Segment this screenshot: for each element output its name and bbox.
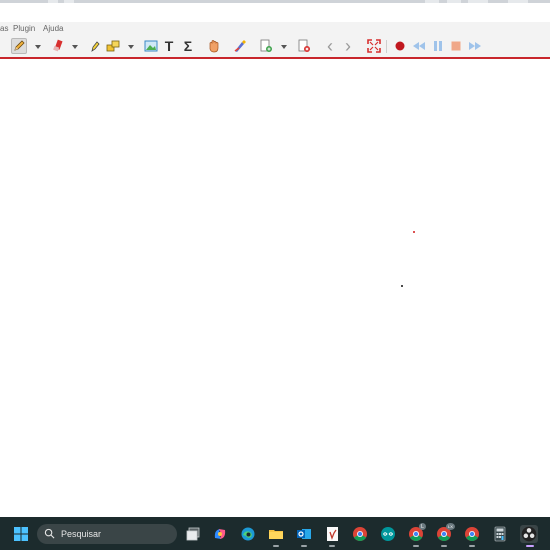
hand-button[interactable]	[206, 38, 222, 54]
calculator-button[interactable]	[492, 526, 508, 542]
active-indicator	[526, 545, 534, 547]
rewind-icon	[413, 42, 425, 50]
rewind-button[interactable]	[411, 38, 427, 54]
profile-badge: LX	[446, 523, 455, 530]
word-icon	[327, 527, 338, 541]
eraser-button[interactable]	[50, 38, 66, 54]
word-button[interactable]	[324, 526, 340, 542]
running-indicator	[273, 545, 279, 547]
tab-indicator	[425, 0, 439, 3]
tab-indicator	[508, 0, 528, 3]
magic-pen-button[interactable]	[232, 38, 248, 54]
fullscreen-icon	[367, 39, 381, 53]
pause-button[interactable]	[430, 38, 446, 54]
canvas-dot-red	[413, 231, 415, 233]
prev-page-button[interactable]: ‹	[322, 35, 338, 56]
record-icon	[395, 41, 405, 51]
search-icon	[44, 528, 55, 539]
text-icon: T	[164, 38, 174, 54]
tab-indicator	[447, 0, 461, 3]
chevron-right-icon: ›	[345, 35, 351, 56]
obs-button[interactable]	[520, 525, 538, 543]
copilot-icon	[214, 529, 226, 539]
menu-item-plugin[interactable]: Plugin	[13, 24, 35, 33]
file-explorer-button[interactable]	[268, 526, 284, 542]
running-indicator	[413, 545, 419, 547]
shapes-button[interactable]	[105, 38, 121, 54]
fullscreen-button[interactable]	[366, 38, 382, 54]
stop-button[interactable]	[448, 38, 464, 54]
profile-badge: L	[419, 523, 426, 530]
hand-icon	[209, 40, 219, 53]
chevron-down-icon[interactable]	[72, 45, 78, 49]
sigma-icon: Σ	[183, 38, 193, 54]
eraser-icon	[53, 39, 63, 52]
outlook-icon	[297, 529, 311, 539]
outlook-button[interactable]	[296, 526, 312, 542]
chrome-profile-3-icon	[465, 527, 479, 541]
search-placeholder: Pesquisar	[61, 529, 102, 539]
arduino-button[interactable]	[380, 526, 396, 542]
calculator-icon	[494, 526, 506, 542]
drawing-canvas[interactable]	[0, 59, 550, 516]
task-view-button[interactable]	[185, 526, 201, 542]
chrome-profile-3-button[interactable]	[464, 526, 480, 542]
taskbar-search-box[interactable]: Pesquisar	[37, 524, 177, 544]
text-button[interactable]: T	[161, 38, 177, 54]
chevron-down-icon[interactable]	[35, 45, 41, 49]
tab-indicator	[64, 0, 74, 3]
taskbar: Pesquisar L LX	[0, 517, 550, 550]
toolbar: T Σ ‹ ›	[0, 35, 550, 58]
highlighter-icon	[91, 41, 100, 52]
pencil-icon	[14, 40, 25, 51]
menu-bar: as Plugin Ajuda	[0, 22, 550, 35]
new-page-button[interactable]	[258, 38, 274, 54]
magic-pen-icon	[234, 40, 246, 52]
running-indicator	[329, 545, 335, 547]
running-indicator	[469, 545, 475, 547]
shapes-icon	[106, 40, 120, 52]
highlighter-button[interactable]	[86, 38, 102, 54]
delete-page-button[interactable]	[296, 38, 312, 54]
task-view-icon	[186, 527, 200, 541]
toolbar-separator	[386, 40, 387, 53]
chevron-down-icon[interactable]	[128, 45, 134, 49]
tab-indicator	[48, 0, 58, 3]
chrome-button[interactable]	[352, 526, 368, 542]
fast-forward-button[interactable]	[467, 38, 483, 54]
canvas-dot-black	[401, 285, 403, 287]
menu-item-help[interactable]: Ajuda	[43, 24, 63, 33]
fast-forward-icon	[469, 42, 481, 50]
new-page-icon	[260, 39, 272, 52]
chrome-icon	[353, 527, 367, 541]
copilot-button[interactable]	[212, 526, 228, 542]
delete-page-icon	[298, 39, 310, 52]
image-icon	[144, 40, 158, 52]
edge-icon	[241, 527, 255, 541]
running-indicator	[441, 545, 447, 547]
edge-button[interactable]	[240, 526, 256, 542]
tab-indicator	[468, 0, 488, 3]
obs-icon	[521, 526, 537, 542]
start-button[interactable]	[13, 526, 29, 542]
chevron-left-icon: ‹	[327, 35, 333, 56]
image-button[interactable]	[143, 38, 159, 54]
windows-start-icon	[14, 527, 28, 541]
menu-item-tools[interactable]: as	[0, 24, 8, 33]
chevron-down-icon[interactable]	[281, 45, 287, 49]
pause-icon	[434, 41, 442, 51]
formula-button[interactable]: Σ	[180, 38, 196, 54]
file-explorer-icon	[269, 530, 283, 539]
stop-icon	[451, 41, 461, 51]
window-top-strip	[0, 0, 550, 3]
running-indicator	[301, 545, 307, 547]
next-page-button[interactable]: ›	[340, 35, 356, 56]
record-button[interactable]	[392, 38, 408, 54]
pencil-button[interactable]	[11, 38, 27, 54]
arduino-icon	[381, 527, 395, 541]
